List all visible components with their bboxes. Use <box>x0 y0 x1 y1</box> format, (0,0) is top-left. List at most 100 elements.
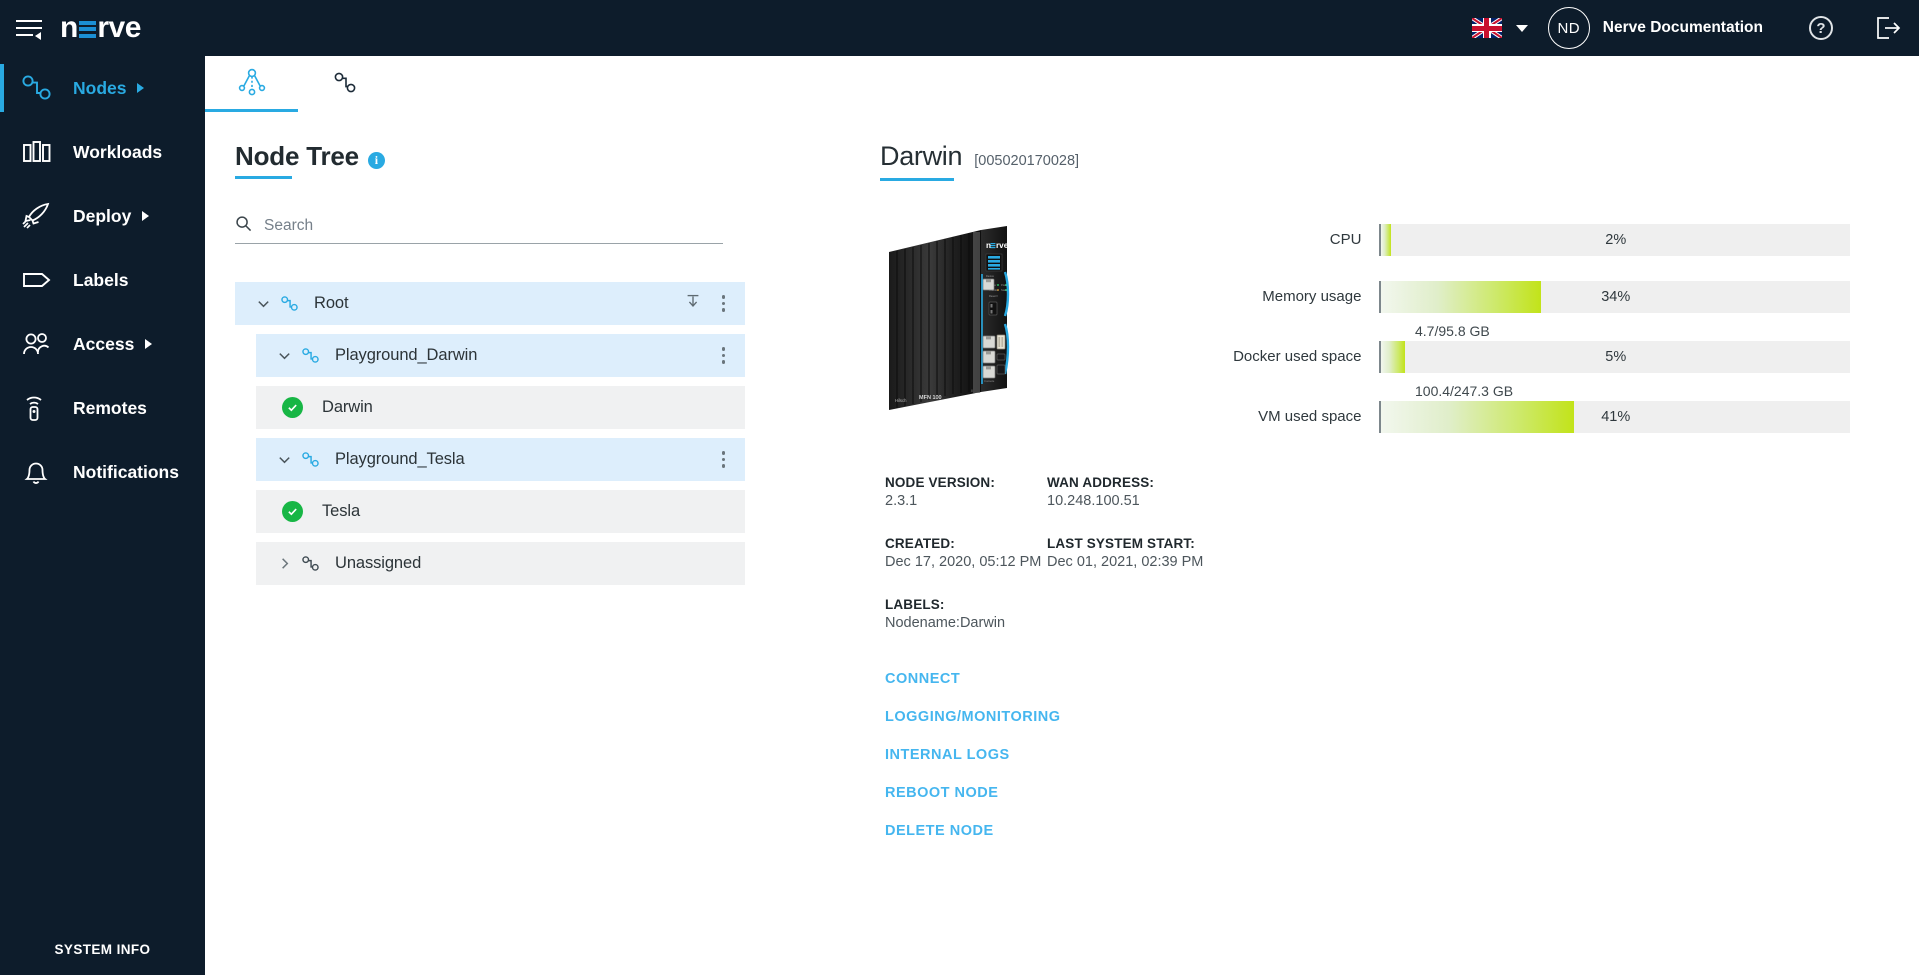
top-bar: n rve ND Nerve Documentation ? <box>0 0 1919 56</box>
sidebar-item-label: Workloads <box>73 142 162 163</box>
more-vertical-icon[interactable] <box>716 291 732 316</box>
metric-track: 5% <box>1379 341 1850 373</box>
status-online-icon <box>282 397 303 418</box>
help-icon[interactable]: ? <box>1809 16 1833 40</box>
chevron-down-icon[interactable] <box>1516 25 1528 32</box>
meta-key: CREATED: <box>885 536 1047 551</box>
tree-row-label: Tesla <box>322 502 360 521</box>
node-serial: [005020170028] <box>974 153 1079 169</box>
tree-row-label: Root <box>314 294 348 313</box>
status-online-icon <box>282 501 303 522</box>
chevron-right-icon <box>137 83 144 93</box>
hamburger-menu-icon[interactable] <box>16 17 42 39</box>
tree-row-actions <box>716 343 746 368</box>
tree-hierarchy-icon <box>235 67 269 102</box>
sidebar-item-nodes[interactable]: Nodes <box>0 56 205 120</box>
metric-track: 2% <box>1379 224 1850 256</box>
tree-row-tesla[interactable]: Tesla <box>256 490 745 533</box>
svg-text:Device: Device <box>986 274 994 278</box>
meta-node-version: NODE VERSION: 2.3.1 <box>885 475 1047 509</box>
info-icon[interactable]: i <box>368 152 385 169</box>
help-icon-glyph: ? <box>1816 20 1825 37</box>
sidebar-item-label: Labels <box>73 270 128 291</box>
node-name: Darwin <box>880 141 962 181</box>
meta-labels: LABELS: Nodename:Darwin <box>885 597 1047 631</box>
logging-monitoring-link[interactable]: LOGGING/MONITORING <box>885 709 1060 725</box>
meta-key: WAN ADDRESS: <box>1047 475 1880 490</box>
tree-row-root[interactable]: Root <box>235 282 745 325</box>
search-input[interactable] <box>264 217 694 235</box>
user-name-label: Nerve Documentation <box>1603 19 1763 37</box>
delete-node-link[interactable]: DELETE NODE <box>885 823 994 839</box>
node-link-icon <box>328 67 362 102</box>
sidebar-item-label: Nodes <box>73 78 126 99</box>
collapse-all-icon[interactable] <box>684 292 702 315</box>
meta-key: LAST SYSTEM START: <box>1047 536 1880 551</box>
metric-percent: 41% <box>1601 409 1630 425</box>
sidebar-item-access[interactable]: Access <box>0 312 205 376</box>
metric-subvalue-docker: 4.7/95.8 GB <box>1415 323 1850 339</box>
metric-label: Docker used space <box>1170 349 1379 365</box>
tab-bar <box>205 56 391 112</box>
avatar[interactable]: ND <box>1548 7 1590 49</box>
label-tag-icon <box>18 263 56 297</box>
sidebar-item-labels[interactable]: Labels <box>0 248 205 312</box>
svg-text:n: n <box>986 241 991 250</box>
device-image: n rve Device PowerPower TransferS <box>885 224 1135 419</box>
sidebar-item-remotes[interactable]: Remotes <box>0 376 205 440</box>
node-link-icon <box>277 293 301 314</box>
metric-subvalue-vm: 100.4/247.3 GB <box>1415 383 1850 399</box>
more-vertical-icon[interactable] <box>716 447 732 472</box>
svg-text:MFN 100: MFN 100 <box>919 395 942 401</box>
search-icon <box>235 215 252 237</box>
tree-row-playground-darwin[interactable]: Playground_Darwin <box>256 334 745 377</box>
sidebar-item-deploy[interactable]: Deploy <box>0 184 205 248</box>
bell-icon <box>18 455 56 489</box>
metric-percent: 2% <box>1605 232 1626 248</box>
chevron-down-icon[interactable] <box>270 452 298 467</box>
logo-text-right: rve <box>97 13 141 43</box>
sidebar: Nodes Workloads Deploy Labels <box>0 56 205 975</box>
tree-row-darwin[interactable]: Darwin <box>256 386 745 429</box>
meta-value: 2.3.1 <box>885 493 1047 509</box>
node-tree-panel: Node Tree i <box>235 141 745 585</box>
reboot-node-link[interactable]: REBOOT NODE <box>885 785 998 801</box>
internal-logs-link[interactable]: INTERNAL LOGS <box>885 747 1010 763</box>
logo-e-icon <box>79 19 96 38</box>
tree-row-unassigned[interactable]: Unassigned <box>256 542 745 585</box>
metric-fill <box>1381 281 1540 313</box>
sidebar-item-notifications[interactable]: Notifications <box>0 440 205 504</box>
node-tree-header: Node Tree i <box>235 141 745 179</box>
logout-icon[interactable] <box>1875 15 1901 41</box>
tab-node-list[interactable] <box>298 56 391 112</box>
metrics-section: n rve Device PowerPower TransferS <box>880 224 1880 433</box>
connect-link[interactable]: CONNECT <box>885 671 960 687</box>
nodes-icon <box>18 71 56 105</box>
svg-text:Console: Console <box>984 379 995 383</box>
metric-track: 41% <box>1379 401 1850 433</box>
system-info-link[interactable]: SYSTEM INFO <box>0 942 205 957</box>
search-bar[interactable] <box>235 215 723 244</box>
metric-bars: CPU 2% Memory usage 34% 4.7/95.8 GB <box>1170 224 1850 433</box>
more-vertical-icon[interactable] <box>716 343 732 368</box>
metric-fill <box>1381 224 1390 256</box>
tab-node-tree[interactable] <box>205 56 298 112</box>
svg-text:Hilsch: Hilsch <box>895 398 907 403</box>
meta-last-system-start: LAST SYSTEM START: Dec 01, 2021, 02:39 P… <box>1047 536 1880 570</box>
node-detail-panel: Darwin [005020170028] <box>880 141 1880 861</box>
avatar-initials: ND <box>1557 20 1580 37</box>
deploy-rocket-icon <box>18 199 56 233</box>
chevron-right-icon[interactable] <box>270 556 298 571</box>
chevron-down-icon[interactable] <box>249 296 277 311</box>
metric-row-vm: VM used space 41% <box>1170 401 1850 433</box>
meta-value: Dec 17, 2020, 05:12 PM <box>885 554 1047 570</box>
metric-percent: 5% <box>1605 349 1626 365</box>
metric-row-cpu: CPU 2% <box>1170 224 1850 256</box>
logo-text-left: n <box>60 13 78 43</box>
meta-created: CREATED: Dec 17, 2020, 05:12 PM <box>885 536 1047 570</box>
tree-row-playground-tesla[interactable]: Playground_Tesla <box>256 438 745 481</box>
metric-track: 34% <box>1379 281 1850 313</box>
sidebar-item-workloads[interactable]: Workloads <box>0 120 205 184</box>
uk-flag-icon[interactable] <box>1472 18 1502 38</box>
chevron-down-icon[interactable] <box>270 348 298 363</box>
